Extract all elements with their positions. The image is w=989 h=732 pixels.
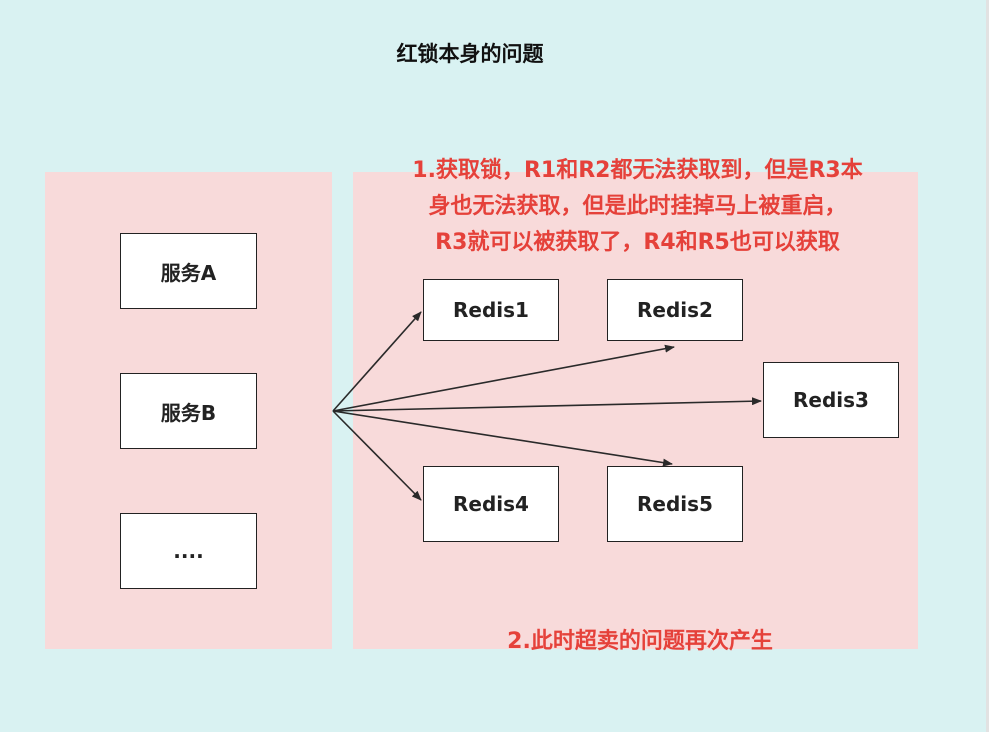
redis3-box: Redis3 (763, 362, 899, 438)
redis4-box: Redis4 (423, 466, 559, 542)
arrow-to-redis2 (332, 344, 675, 412)
redis2-box: Redis2 (607, 279, 743, 341)
arrow-to-redis5 (332, 410, 673, 467)
arrow-to-redis4 (332, 410, 422, 501)
note-1-line-2: 身也无法获取，但是此时挂掉马上被重启， (428, 194, 847, 219)
arrow-to-redis3 (332, 397, 762, 412)
redis1-box: Redis1 (423, 279, 559, 341)
note-acquire-lock: 1.获取锁，R1和R2都无法获取到，但是R3本 身也无法获取，但是此时挂掉马上被… (355, 153, 920, 261)
redis5-box: Redis5 (607, 466, 743, 542)
note-oversell: 2.此时超卖的问题再次产生 (507, 629, 773, 654)
note-1-line-1: 1.获取锁，R1和R2都无法获取到，但是R3本 (412, 158, 863, 183)
note-1-line-3: R3就可以被获取了，R4和R5也可以获取 (435, 230, 840, 255)
